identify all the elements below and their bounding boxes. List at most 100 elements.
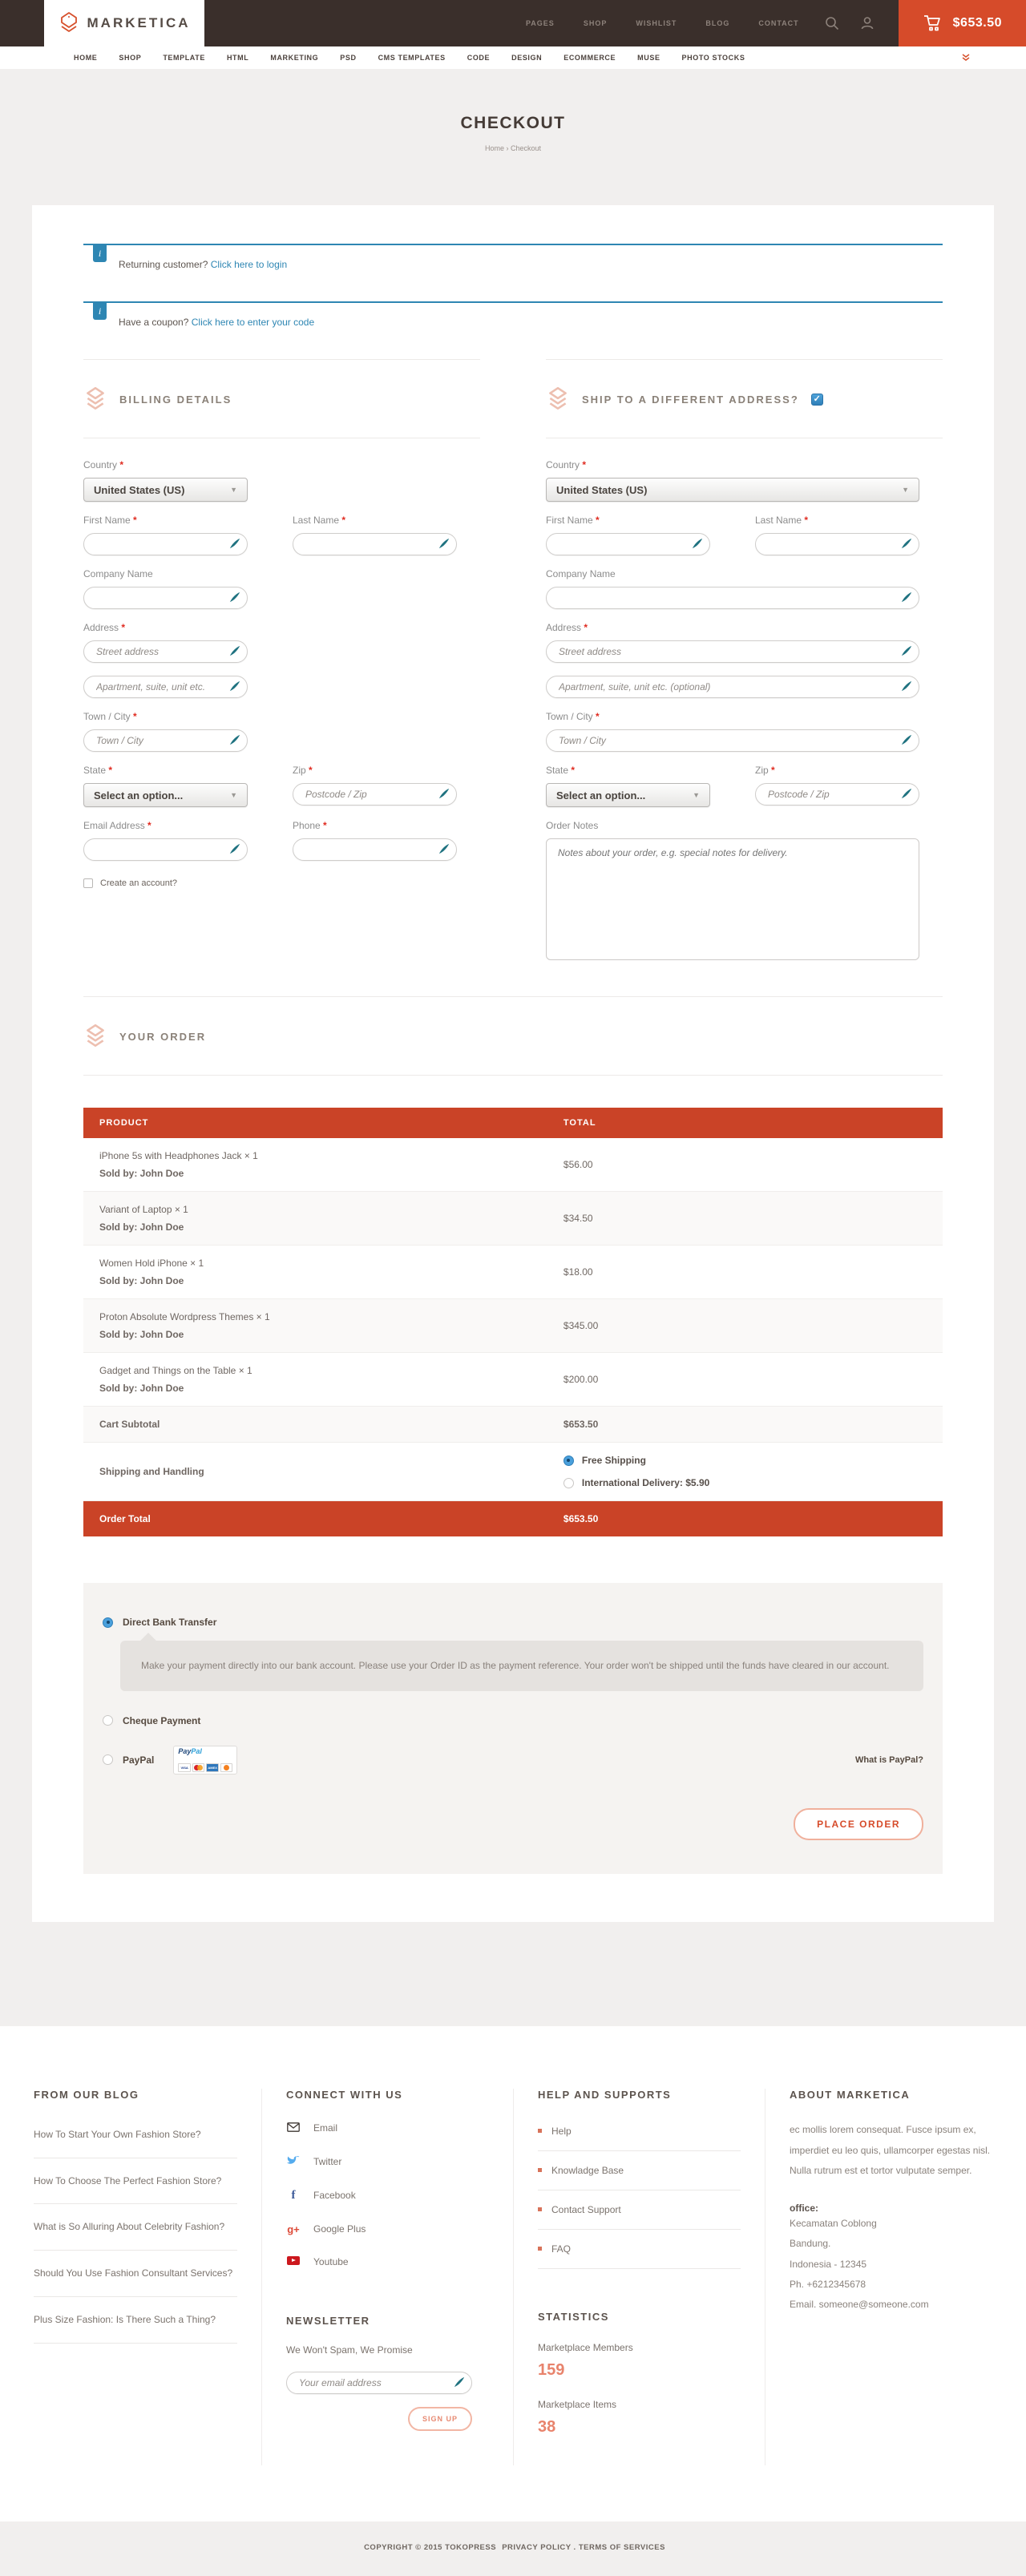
subnav-cms-templates[interactable]: CMS TEMPLATES (378, 54, 446, 62)
subnav-muse[interactable]: MUSE (637, 54, 660, 62)
billing-country-field: Country * United States (US) ▼ (83, 459, 248, 502)
free-shipping-option[interactable]: Free Shipping (563, 1455, 927, 1466)
pen-icon (229, 645, 240, 656)
subnav-template[interactable]: TEMPLATE (163, 54, 205, 62)
newsletter-email-input[interactable] (286, 2372, 472, 2394)
login-link[interactable]: Click here to login (211, 259, 287, 270)
subnav-psd[interactable]: PSD (340, 54, 356, 62)
shipping-company-field: Company Name (546, 568, 919, 609)
billing-country-select[interactable]: United States (US) ▼ (83, 478, 248, 502)
pen-icon (229, 538, 240, 549)
search-icon[interactable] (825, 16, 839, 30)
shipping-state-field: State * Select an option... ▼ (546, 765, 710, 807)
coupon-link[interactable]: Click here to enter your code (192, 317, 314, 328)
pen-icon (901, 538, 912, 549)
social-twitter-link[interactable]: Twitter (286, 2145, 489, 2178)
more-categories-chevron-icon[interactable] (962, 53, 970, 63)
subnav-home[interactable]: HOME (74, 54, 97, 62)
your-order-header: YOUR ORDER (83, 997, 943, 1075)
shipping-company-input[interactable] (546, 587, 919, 609)
nav-pages[interactable]: PAGES (526, 19, 555, 27)
blog-post-link[interactable]: How To Choose The Perfect Fashion Store? (34, 2158, 237, 2205)
subnav-html[interactable]: HTML (227, 54, 248, 62)
paypal-option[interactable]: PayPal PayPal VISA AMEX What is PayPal? (103, 1746, 923, 1775)
billing-street-input[interactable] (83, 640, 248, 663)
billing-company-input[interactable] (83, 587, 248, 609)
breadcrumb-home[interactable]: Home (485, 144, 504, 152)
subnav-code[interactable]: CODE (467, 54, 490, 62)
nav-wishlist[interactable]: WISHLIST (636, 19, 677, 27)
international-delivery-radio[interactable] (563, 1478, 574, 1488)
chevron-down-icon: ▼ (230, 486, 237, 494)
nav-contact[interactable]: CONTACT (758, 19, 798, 27)
page-header: CHECKOUT Home › Checkout (0, 69, 1026, 176)
bank-transfer-option[interactable]: Direct Bank Transfer (103, 1617, 923, 1628)
blog-post-link[interactable]: How To Start Your Own Fashion Store? (34, 2112, 237, 2158)
free-shipping-radio[interactable] (563, 1456, 574, 1466)
create-account-checkbox[interactable] (83, 878, 93, 888)
subnav-marketing[interactable]: MARKETING (270, 54, 318, 62)
paypal-cards-icon: PayPal VISA AMEX (173, 1746, 237, 1775)
help-link[interactable]: Help (538, 2112, 741, 2151)
subnav-ecommerce[interactable]: ECOMMERCE (563, 54, 616, 62)
billing-shipping-columns: BILLING DETAILS Country * United States … (83, 359, 943, 964)
item-total: $18.00 (547, 1246, 943, 1299)
paypal-radio[interactable] (103, 1754, 113, 1765)
billing-email-input[interactable] (83, 838, 248, 861)
pen-icon (229, 734, 240, 745)
billing-town-input[interactable] (83, 729, 248, 752)
cheque-payment-option[interactable]: Cheque Payment (103, 1715, 923, 1726)
nav-shop[interactable]: SHOP (584, 19, 608, 27)
order-total-label: Order Total (83, 1501, 547, 1537)
order-item-row: Variant of Laptop × 1 Sold by: John Doe … (83, 1192, 943, 1246)
item-total: $345.00 (547, 1299, 943, 1353)
blog-post-link[interactable]: What is So Alluring About Celebrity Fash… (34, 2204, 237, 2251)
shipping-state-select[interactable]: Select an option... ▼ (546, 783, 710, 807)
what-is-paypal-link[interactable]: What is PayPal? (855, 1755, 923, 1765)
subnav-design[interactable]: DESIGN (511, 54, 542, 62)
shipping-zip-input[interactable] (755, 783, 919, 806)
billing-state-select[interactable]: Select an option... ▼ (83, 783, 248, 807)
social-googleplus-link[interactable]: g+ Google Plus (286, 2213, 489, 2246)
nav-blog[interactable]: BLOG (705, 19, 729, 27)
cheque-radio[interactable] (103, 1715, 113, 1726)
newsletter-signup-button[interactable]: SIGN UP (408, 2407, 472, 2431)
shipping-country-select[interactable]: United States (US) ▼ (546, 478, 919, 502)
blog-post-link[interactable]: Plus Size Fashion: Is There Such a Thing… (34, 2297, 237, 2344)
social-email-link[interactable]: Email (286, 2112, 489, 2145)
help-link[interactable]: FAQ (538, 2230, 741, 2269)
subnav-photo-stocks[interactable]: PHOTO STOCKS (682, 54, 745, 62)
shipping-town-input[interactable] (546, 729, 919, 752)
shipping-apartment-input[interactable] (546, 676, 919, 698)
shipping-street-input[interactable] (546, 640, 919, 663)
blog-post-link[interactable]: Should You Use Fashion Consultant Servic… (34, 2251, 237, 2297)
billing-apartment-input[interactable] (83, 676, 248, 698)
international-delivery-option[interactable]: International Delivery: $5.90 (563, 1477, 927, 1488)
billing-zip-input[interactable] (293, 783, 457, 806)
help-link[interactable]: Knowladge Base (538, 2151, 741, 2190)
account-icon[interactable] (860, 16, 875, 30)
billing-email-field: Email Address * (83, 820, 248, 861)
shipping-first-name-input[interactable] (546, 533, 710, 555)
subnav-shop[interactable]: SHOP (119, 54, 141, 62)
cart-button[interactable]: $653.50 (899, 0, 1026, 46)
logo[interactable]: MARKETICA (44, 0, 204, 46)
billing-phone-input[interactable] (293, 838, 457, 861)
legal-links[interactable]: PRIVACY POLICY . TERMS OF SERVICES (502, 2543, 665, 2552)
coupon-notice: i Have a coupon? Click here to enter you… (83, 301, 943, 336)
social-youtube-link[interactable]: Youtube (286, 2246, 489, 2278)
bank-transfer-radio[interactable] (103, 1617, 113, 1628)
order-notes-textarea[interactable] (546, 838, 919, 960)
checkout-card: i Returning customer? Click here to logi… (32, 205, 994, 1922)
social-facebook-link[interactable]: f Facebook (286, 2178, 489, 2213)
pen-icon (901, 788, 912, 799)
shipping-address2-field (546, 676, 919, 698)
newsletter-note: We Won't Spam, We Promise (286, 2344, 489, 2356)
place-order-button[interactable]: PLACE ORDER (794, 1808, 923, 1840)
ship-different-checkbox[interactable]: ✓ (811, 394, 823, 406)
shipping-last-name-input[interactable] (755, 533, 919, 555)
billing-first-name-input[interactable] (83, 533, 248, 555)
billing-address2-field (83, 676, 248, 698)
help-link[interactable]: Contact Support (538, 2190, 741, 2230)
billing-last-name-input[interactable] (293, 533, 457, 555)
